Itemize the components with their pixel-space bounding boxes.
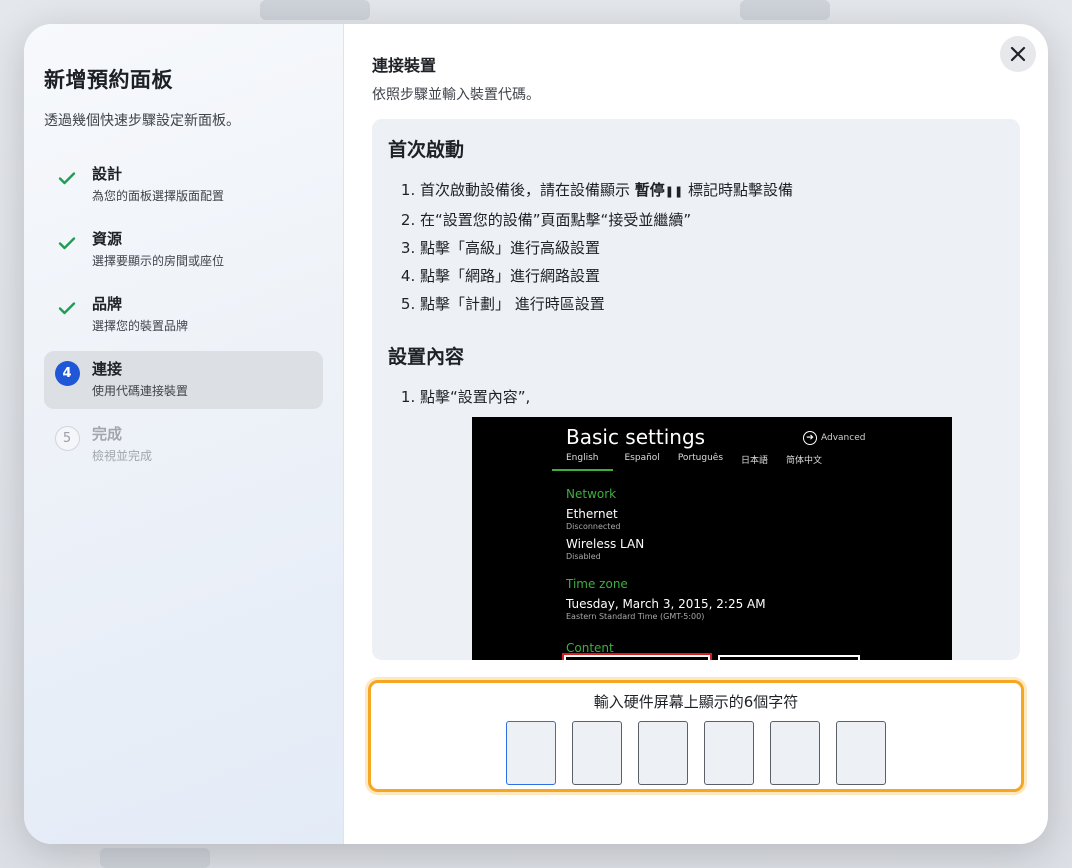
list-item: 在“設置您的設備”頁面點擊“接受並繼續”	[420, 206, 1004, 234]
close-button[interactable]	[1000, 36, 1036, 72]
step-desc: 為您的面板選擇版面配置	[92, 189, 225, 203]
list-item: 點擊「網路」進行網路設置	[420, 262, 1004, 290]
step-brand[interactable]: 品牌 選擇您的裝置品牌	[44, 286, 323, 344]
step-title: 完成	[92, 425, 123, 443]
step-title: 設計	[92, 165, 123, 183]
step-connect[interactable]: 4 連接 使用代碼連接裝置	[44, 351, 323, 409]
guide-heading-content: 設置內容	[388, 346, 465, 368]
list-item: 點擊「高級」進行高級設置	[420, 234, 1004, 262]
step-desc: 選擇您的裝置品牌	[92, 319, 189, 333]
check-icon	[54, 165, 80, 191]
connect-device-panel: 連接裝置 依照步驟並輸入裝置代碼。 首次啟動 首次啟動設備後，請在設備顯示 暫停…	[344, 24, 1048, 844]
add-panel-dialog: 新增預約面板 透過幾個快速步驟設定新面板。 設計 為您的面板選擇版面配置 資源 …	[24, 24, 1048, 844]
device-screenshot: Basic settings ➔ Advanced English Españo…	[472, 417, 952, 660]
code-label: 輸入硬件屏幕上顯示的6個字符	[593, 693, 799, 711]
code-input-5[interactable]	[770, 721, 820, 785]
wizard-sidebar: 新增預約面板 透過幾個快速步驟設定新面板。 設計 為您的面板選擇版面配置 資源 …	[24, 24, 344, 844]
step-desc: 選擇要顯示的房間或座位	[92, 254, 225, 268]
step-desc: 使用代碼連接裝置	[92, 384, 189, 398]
arrow-right-icon: ➔	[803, 431, 817, 445]
step-number-badge: 5	[54, 425, 80, 451]
dialog-title: 新增預約面板	[44, 68, 173, 92]
guide-heading-first-boot: 首次啟動	[388, 139, 465, 161]
check-icon	[54, 295, 80, 321]
dialog-subtitle: 透過幾個快速步驟設定新面板。	[44, 113, 240, 129]
pause-icon: ❚❚	[664, 185, 684, 198]
device-code-entry: 輸入硬件屏幕上顯示的6個字符	[368, 680, 1024, 792]
wizard-steps: 設計 為您的面板選擇版面配置 資源 選擇要顯示的房間或座位 品牌 選擇您的裝置品…	[44, 156, 323, 474]
check-icon	[54, 230, 80, 256]
list-item: 首次啟動設備後，請在設備顯示 暫停❚❚ 標記時點擊設備	[420, 176, 1004, 206]
code-input-2[interactable]	[572, 721, 622, 785]
setup-guide[interactable]: 首次啟動 首次啟動設備後，請在設備顯示 暫停❚❚ 標記時點擊設備 在“設置您的設…	[372, 119, 1020, 660]
step-design[interactable]: 設計 為您的面板選擇版面配置	[44, 156, 323, 214]
step-title: 資源	[92, 230, 123, 248]
code-input-4[interactable]	[704, 721, 754, 785]
advanced-link: ➔ Advanced	[803, 431, 865, 445]
first-boot-steps: 首次啟動設備後，請在設備顯示 暫停❚❚ 標記時點擊設備 在“設置您的設備”頁面點…	[388, 176, 1004, 318]
step-title: 品牌	[92, 295, 123, 313]
content-steps: 點擊“設置內容”,	[388, 383, 1004, 411]
step-resources[interactable]: 資源 選擇要顯示的房間或座位	[44, 221, 323, 279]
device-screen-title: Basic settings	[566, 425, 706, 449]
list-item: 點擊「計劃」 進行時區設置	[420, 290, 1004, 318]
code-input-3[interactable]	[638, 721, 688, 785]
step-title: 連接	[92, 360, 123, 378]
setup-content-highlight	[562, 653, 712, 660]
section-subtitle: 依照步驟並輸入裝置代碼。	[372, 87, 540, 103]
step-finish: 5 完成 檢視並完成	[44, 416, 323, 474]
list-item: 點擊“設置內容”,	[420, 383, 1004, 411]
section-title: 連接裝置	[372, 56, 437, 75]
code-inputs	[371, 721, 1021, 785]
step-desc: 檢視並完成	[92, 449, 153, 463]
content-buttons	[562, 653, 860, 660]
close-icon	[1010, 46, 1026, 62]
code-input-6[interactable]	[836, 721, 886, 785]
language-tabs: English Español Português 日本語 简体中文	[552, 453, 952, 471]
code-input-1[interactable]	[506, 721, 556, 785]
step-number-badge: 4	[54, 360, 80, 386]
